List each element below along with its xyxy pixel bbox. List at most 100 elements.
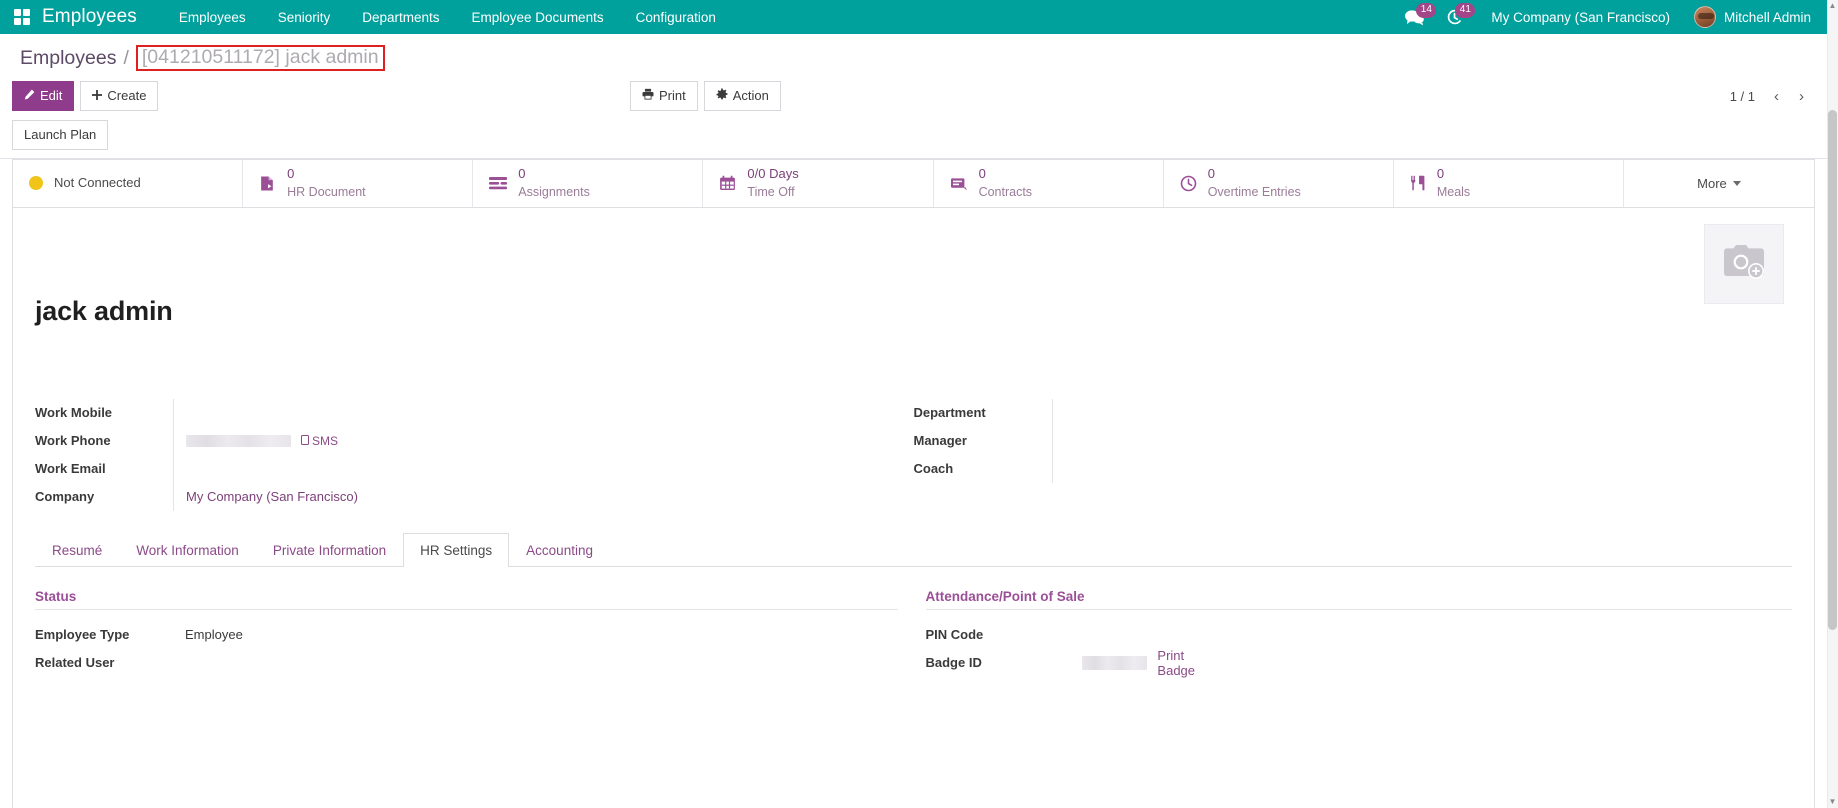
app-page: Employees Employees Seniority Department… [0,0,1838,808]
chevron-down-icon [1733,181,1741,186]
field-department: Department [914,399,1793,427]
messages-icon[interactable]: 14 [1397,4,1438,31]
activity-clock-icon[interactable]: 41 [1438,4,1477,31]
user-menu[interactable]: Mitchell Admin [1684,2,1817,32]
stat-time-off-label: Time Off [747,185,794,199]
field-label: PIN Code [926,627,1070,642]
sms-link[interactable]: SMS [301,434,338,448]
sms-link-label: SMS [312,434,338,448]
field-label: Related User [35,655,173,670]
main-fields: Work Mobile Work Phone SMS [35,327,1792,511]
create-button[interactable]: Create [80,81,158,111]
breadcrumb-current: [041210511172] jack admin [136,45,385,71]
menu-item-seniority[interactable]: Seniority [262,2,347,33]
navbar-right: 14 41 My Company (San Francisco) Mitchel… [1397,2,1817,33]
stat-contracts-label: Contracts [979,185,1033,199]
printer-icon [642,87,654,105]
employee-type-input[interactable]: Employee [173,621,898,649]
department-input[interactable] [1052,399,1192,427]
field-label: Work Email [35,461,173,476]
stat-meals-value: 0 [1437,166,1444,181]
print-badge-button[interactable]: Print Badge [1157,648,1209,678]
stat-button-more[interactable]: More [1624,160,1814,207]
apps-grid-cell [14,9,21,16]
user-name: Mitchell Admin [1724,10,1811,25]
group-title-attendance: Attendance/Point of Sale [926,589,1793,610]
meal-icon [1410,175,1426,191]
tab-accounting[interactable]: Accounting [509,533,610,567]
group-title-status: Status [35,589,898,610]
employee-photo[interactable] [1704,224,1784,304]
stat-assignments-label: Assignments [518,185,590,199]
tab-hr-settings[interactable]: HR Settings [403,533,509,567]
clock-icon [1180,175,1197,192]
menu-item-employee-documents[interactable]: Employee Documents [456,2,620,33]
breadcrumb-root[interactable]: Employees [20,47,116,70]
stat-button-contracts[interactable]: 0 Contracts [934,160,1164,207]
coach-input[interactable] [1052,455,1192,483]
plus-icon [92,87,102,105]
action-button-label: Action [733,87,769,105]
contract-icon [950,176,968,191]
stat-buttons-bar: Not Connected 0 HR Document [13,160,1814,208]
stat-button-hr-document[interactable]: 0 HR Document [243,160,473,207]
print-button[interactable]: Print [630,81,698,111]
chevron-right-icon[interactable]: › [1790,87,1813,106]
stat-meals-label: Meals [1437,185,1470,199]
sheet-wrapper: Not Connected 0 HR Document [0,159,1827,808]
work-phone-input[interactable]: SMS [173,427,914,455]
main-menu: Employees Seniority Departments Employee… [163,2,732,33]
chevron-left-icon[interactable]: ‹ [1765,87,1788,106]
work-email-input[interactable] [173,455,914,483]
company-switcher[interactable]: My Company (San Francisco) [1477,2,1684,33]
tab-work-information[interactable]: Work Information [119,533,256,567]
manager-input[interactable] [1052,427,1192,455]
gear-icon [716,87,728,105]
tab-private-information[interactable]: Private Information [256,533,403,567]
scrollbar-thumb[interactable] [1828,110,1837,630]
related-user-input[interactable] [173,649,898,677]
stat-overtime-value: 0 [1208,166,1215,181]
page-scrollbar[interactable]: ▲ ▼ [1827,0,1838,808]
scroll-up-arrow[interactable]: ▲ [1828,2,1837,10]
launch-plan-button[interactable]: Launch Plan [12,120,108,150]
stat-contracts-value: 0 [979,166,986,181]
scroll-down-arrow[interactable]: ▼ [1828,798,1837,806]
stat-assignments-value: 0 [518,166,525,181]
create-button-label: Create [107,87,146,105]
stat-button-assignments[interactable]: 0 Assignments [473,160,703,207]
company-input[interactable]: My Company (San Francisco) [173,483,914,511]
menu-item-employees[interactable]: Employees [163,2,262,33]
work-mobile-input[interactable] [173,399,914,427]
breadcrumb-separator: / [123,47,128,70]
action-button[interactable]: Action [704,81,781,111]
pager-count: 1 / 1 [1722,89,1763,104]
app-brand[interactable]: Employees [42,6,137,28]
avatar [1694,6,1716,28]
edit-button[interactable]: Edit [12,81,74,111]
field-label: Company [35,489,173,504]
stat-button-meals[interactable]: 0 Meals [1394,160,1624,207]
field-related-user: Related User [35,649,898,677]
breadcrumb: Employees / [041210511172] jack admin [0,34,1827,77]
field-work-email: Work Email [35,455,914,483]
messages-badge: 14 [1416,3,1436,18]
apps-grid-icon[interactable] [14,9,30,25]
menu-item-configuration[interactable]: Configuration [620,2,732,33]
redacted-value [186,435,291,447]
stat-button-status[interactable]: Not Connected [13,160,243,207]
field-badge-id: Badge ID Print Badge [926,649,1793,677]
stat-button-overtime-entries[interactable]: 0 Overtime Entries [1164,160,1394,207]
stat-hr-document-value: 0 [287,166,294,181]
menu-item-departments[interactable]: Departments [346,2,455,33]
control-panel-center: Print Action [630,81,781,111]
fields-right-column: Department Manager Coach [914,399,1793,511]
badge-id-input[interactable]: Print Badge [1070,648,1210,678]
field-label: Work Mobile [35,405,173,420]
pager: 1 / 1 ‹ › [1722,87,1813,106]
stat-button-time-off[interactable]: 0/0 Days Time Off [703,160,933,207]
field-company: Company My Company (San Francisco) [35,483,914,511]
tab-resume[interactable]: Resumé [35,533,119,567]
field-coach: Coach [914,455,1793,483]
pin-code-input[interactable] [1070,621,1210,649]
